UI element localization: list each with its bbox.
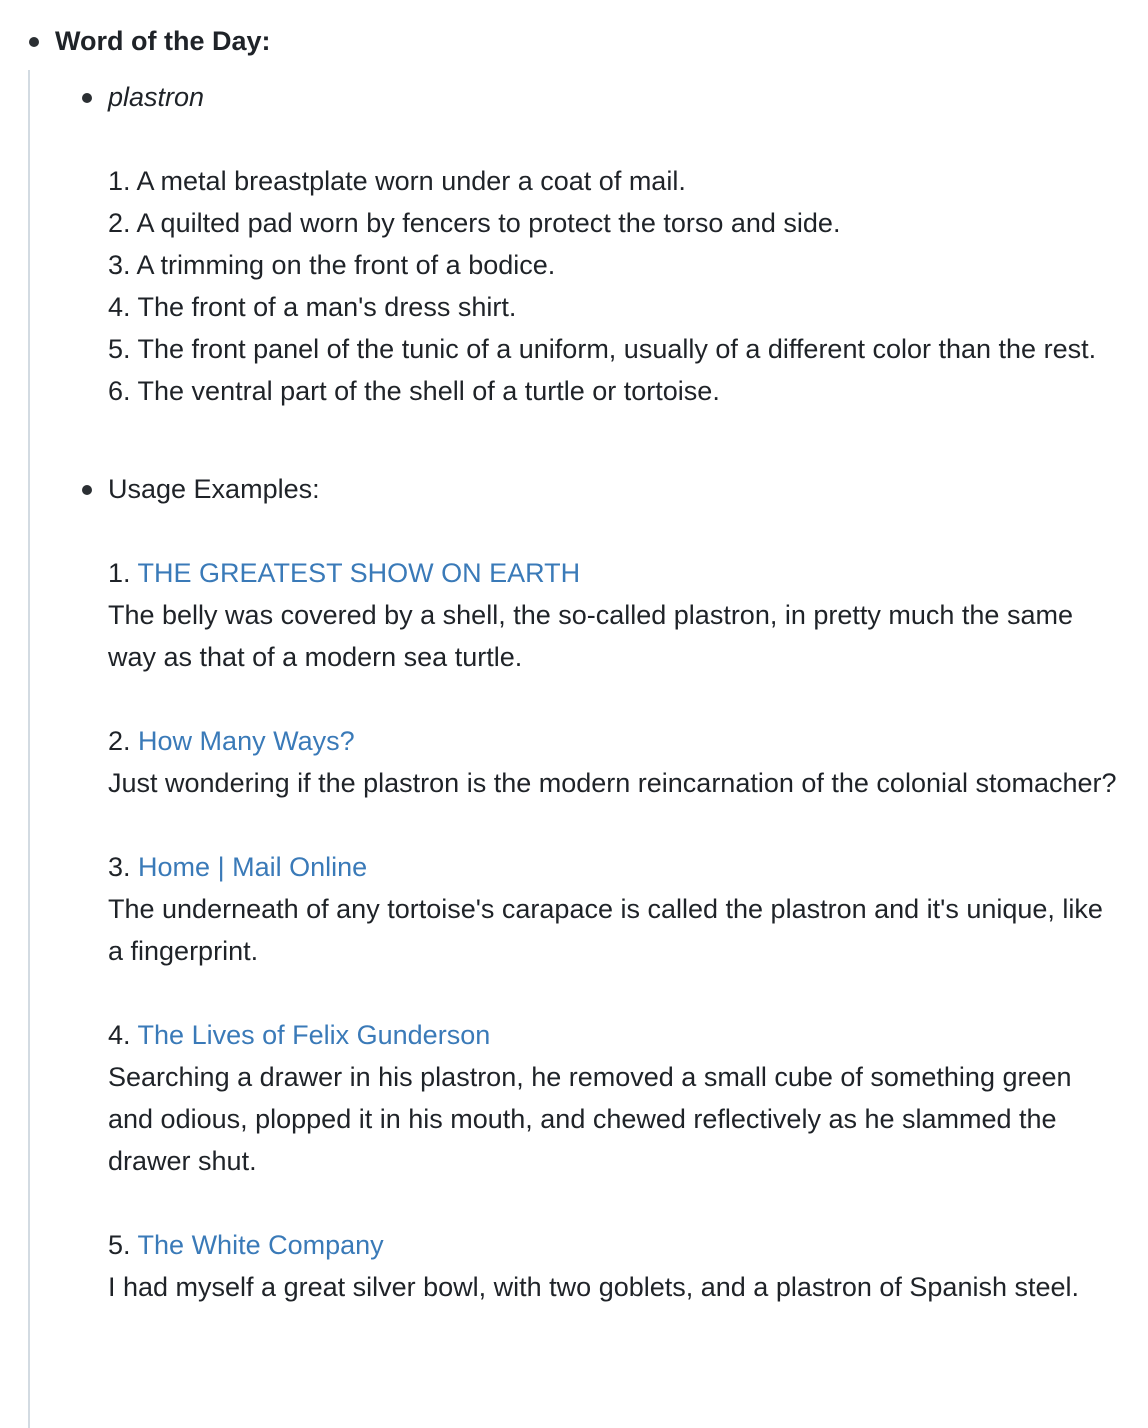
example-source-link[interactable]: The Lives of Felix Gunderson [138,1020,491,1050]
example-source-link[interactable]: THE GREATEST SHOW ON EARTH [138,558,581,588]
usage-example: 4. The Lives of Felix Gunderson Searchin… [108,1014,1118,1182]
word-term: plastron [108,82,205,112]
example-text: The belly was covered by a shell, the so… [108,600,1081,672]
example-number: 1. [108,558,131,588]
usage-examples-list: 1. THE GREATEST SHOW ON EARTH The belly … [108,552,1118,1350]
usage-example: 2. How Many Ways? Just wondering if the … [108,720,1118,804]
example-number: 4. [108,1020,131,1050]
usage-examples-label: Usage Examples: [108,474,320,504]
example-number: 2. [108,726,131,756]
indent-guide-line [28,70,30,1428]
definition-item: 2. A quilted pad worn by fencers to prot… [108,208,841,238]
usage-example: 1. THE GREATEST SHOW ON EARTH The belly … [108,552,1118,678]
usage-example: 3. Home | Mail Online The underneath of … [108,846,1118,972]
example-source-link[interactable]: Home | Mail Online [138,852,367,882]
top-bullet-icon [29,37,39,47]
example-number: 3. [108,852,131,882]
definition-item: 5. The front panel of the tunic of a uni… [108,334,1097,364]
definitions-list: 1. A metal breastplate worn under a coat… [108,160,1118,412]
example-text: Just wondering if the plastron is the mo… [108,768,1117,798]
word-bullet-icon [82,93,92,103]
example-text: The underneath of any tortoise's carapac… [108,894,1111,966]
definition-item: 6. The ventral part of the shell of a tu… [108,376,720,406]
usage-example: 5. The White Company I had myself a grea… [108,1224,1118,1308]
definition-item: 4. The front of a man's dress shirt. [108,292,517,322]
example-text: Searching a drawer in his plastron, he r… [108,1062,1080,1176]
definition-item: 1. A metal breastplate worn under a coat… [108,166,686,196]
word-of-the-day-heading: Word of the Day: [55,26,271,56]
example-text: I had myself a great silver bowl, with t… [108,1272,1080,1302]
example-source-link[interactable]: The White Company [138,1230,384,1260]
definition-item: 3. A trimming on the front of a bodice. [108,250,556,280]
example-source-link[interactable]: How Many Ways? [138,726,355,756]
example-number: 5. [108,1230,131,1260]
usage-bullet-icon [82,485,92,495]
